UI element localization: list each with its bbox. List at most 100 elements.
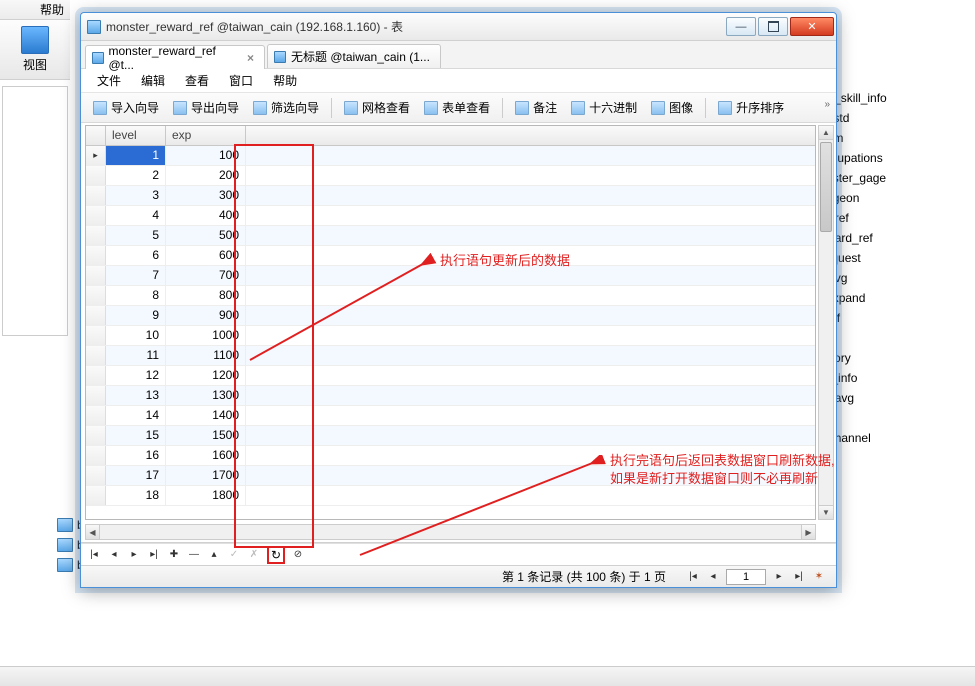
grid-body[interactable]: 1100220033004400550066007700880099001010…	[86, 146, 815, 506]
scroll-left-icon[interactable]: ◀	[86, 525, 100, 539]
cell-exp[interactable]: 200	[166, 166, 246, 185]
grid-view-button[interactable]: 网格查看	[338, 97, 416, 118]
table-row[interactable]: 171700	[86, 466, 815, 486]
row-header[interactable]	[86, 346, 106, 365]
import-wizard-button[interactable]: 导入向导	[87, 97, 165, 118]
table-row[interactable]: 111100	[86, 346, 815, 366]
row-header[interactable]	[86, 266, 106, 285]
table-row[interactable]: 101000	[86, 326, 815, 346]
chevron-down-icon[interactable]: »	[824, 99, 830, 110]
menu-edit[interactable]: 编辑	[133, 70, 173, 91]
cell-level[interactable]: 7	[106, 266, 166, 285]
cell-exp[interactable]: 1300	[166, 386, 246, 405]
export-wizard-button[interactable]: 导出向导	[167, 97, 245, 118]
nav-delete-button[interactable]: —	[187, 549, 201, 560]
menu-help[interactable]: 帮助	[265, 70, 305, 91]
nav-first-button[interactable]: |◂	[87, 549, 101, 560]
page-prev-button[interactable]: ◂	[706, 571, 720, 582]
cell-level[interactable]: 15	[106, 426, 166, 445]
cell-exp[interactable]: 600	[166, 246, 246, 265]
page-input[interactable]	[726, 569, 766, 585]
row-header[interactable]	[86, 326, 106, 345]
table-row[interactable]: 7700	[86, 266, 815, 286]
table-row[interactable]: 4400	[86, 206, 815, 226]
cell-level[interactable]: 3	[106, 186, 166, 205]
data-grid[interactable]: level exp 110022003300440055006600770088…	[85, 125, 816, 520]
cell-level[interactable]: 1	[106, 146, 166, 165]
cell-exp[interactable]: 900	[166, 306, 246, 325]
row-header[interactable]	[86, 206, 106, 225]
col-exp[interactable]: exp	[166, 126, 246, 145]
scroll-thumb[interactable]	[820, 142, 832, 232]
table-row[interactable]: 181800	[86, 486, 815, 506]
row-header[interactable]	[86, 226, 106, 245]
row-header[interactable]	[86, 406, 106, 425]
row-header[interactable]	[86, 166, 106, 185]
nav-next-button[interactable]: ▸	[127, 549, 141, 560]
row-header[interactable]	[86, 246, 106, 265]
table-row[interactable]: 2200	[86, 166, 815, 186]
cell-exp[interactable]: 1600	[166, 446, 246, 465]
nav-cancel-button[interactable]: ✗	[247, 549, 261, 560]
cell-exp[interactable]: 1100	[166, 346, 246, 365]
table-row[interactable]: 5500	[86, 226, 815, 246]
page-next-button[interactable]: ▸	[772, 571, 786, 582]
table-row[interactable]: 121200	[86, 366, 815, 386]
row-header[interactable]	[86, 446, 106, 465]
cell-level[interactable]: 18	[106, 486, 166, 505]
row-header[interactable]	[86, 366, 106, 385]
cell-level[interactable]: 10	[106, 326, 166, 345]
cell-level[interactable]: 16	[106, 446, 166, 465]
table-row[interactable]: 131300	[86, 386, 815, 406]
cell-level[interactable]: 4	[106, 206, 166, 225]
menu-view[interactable]: 查看	[177, 70, 217, 91]
maximize-button[interactable]	[758, 17, 788, 36]
minimize-button[interactable]	[726, 17, 756, 36]
table-row[interactable]: 161600	[86, 446, 815, 466]
nav-prev-button[interactable]: ◂	[107, 549, 121, 560]
row-header[interactable]	[86, 286, 106, 305]
cell-exp[interactable]: 1500	[166, 426, 246, 445]
cell-level[interactable]: 14	[106, 406, 166, 425]
cell-exp[interactable]: 500	[166, 226, 246, 245]
cell-level[interactable]: 8	[106, 286, 166, 305]
row-header[interactable]	[86, 386, 106, 405]
corner-cell[interactable]	[86, 126, 106, 145]
form-view-button[interactable]: 表单查看	[418, 97, 496, 118]
table-row[interactable]: 9900	[86, 306, 815, 326]
table-row[interactable]: 6600	[86, 246, 815, 266]
close-icon[interactable]: ×	[247, 51, 254, 65]
cell-exp[interactable]: 700	[166, 266, 246, 285]
menu-file[interactable]: 文件	[89, 70, 129, 91]
cell-exp[interactable]: 300	[166, 186, 246, 205]
page-settings-button[interactable]: ✶	[812, 571, 826, 582]
cell-level[interactable]: 17	[106, 466, 166, 485]
page-last-button[interactable]: ▸|	[792, 571, 806, 582]
cell-level[interactable]: 2	[106, 166, 166, 185]
cell-level[interactable]: 11	[106, 346, 166, 365]
image-button[interactable]: 图像	[645, 97, 699, 118]
cell-exp[interactable]: 1700	[166, 466, 246, 485]
cell-exp[interactable]: 800	[166, 286, 246, 305]
tab-monster-reward[interactable]: monster_reward_ref @t... ×	[85, 45, 265, 69]
nav-add-button[interactable]: ✚	[167, 549, 181, 560]
sort-asc-button[interactable]: 升序排序	[712, 97, 790, 118]
filter-wizard-button[interactable]: 筛选向导	[247, 97, 325, 118]
row-header[interactable]	[86, 466, 106, 485]
cell-exp[interactable]: 100	[166, 146, 246, 165]
cell-level[interactable]: 5	[106, 226, 166, 245]
row-header[interactable]	[86, 426, 106, 445]
cell-level[interactable]: 13	[106, 386, 166, 405]
table-row[interactable]: 141400	[86, 406, 815, 426]
memo-button[interactable]: 备注	[509, 97, 563, 118]
view-icon[interactable]	[21, 26, 49, 54]
nav-last-button[interactable]: ▸|	[147, 549, 161, 560]
cell-exp[interactable]: 1400	[166, 406, 246, 425]
scroll-right-icon[interactable]: ▶	[801, 525, 815, 539]
col-level[interactable]: level	[106, 126, 166, 145]
nav-edit-button[interactable]: ▴	[207, 549, 221, 560]
table-row[interactable]: 151500	[86, 426, 815, 446]
cell-level[interactable]: 9	[106, 306, 166, 325]
table-row[interactable]: 3300	[86, 186, 815, 206]
scroll-down-icon[interactable]: ▼	[819, 505, 833, 519]
